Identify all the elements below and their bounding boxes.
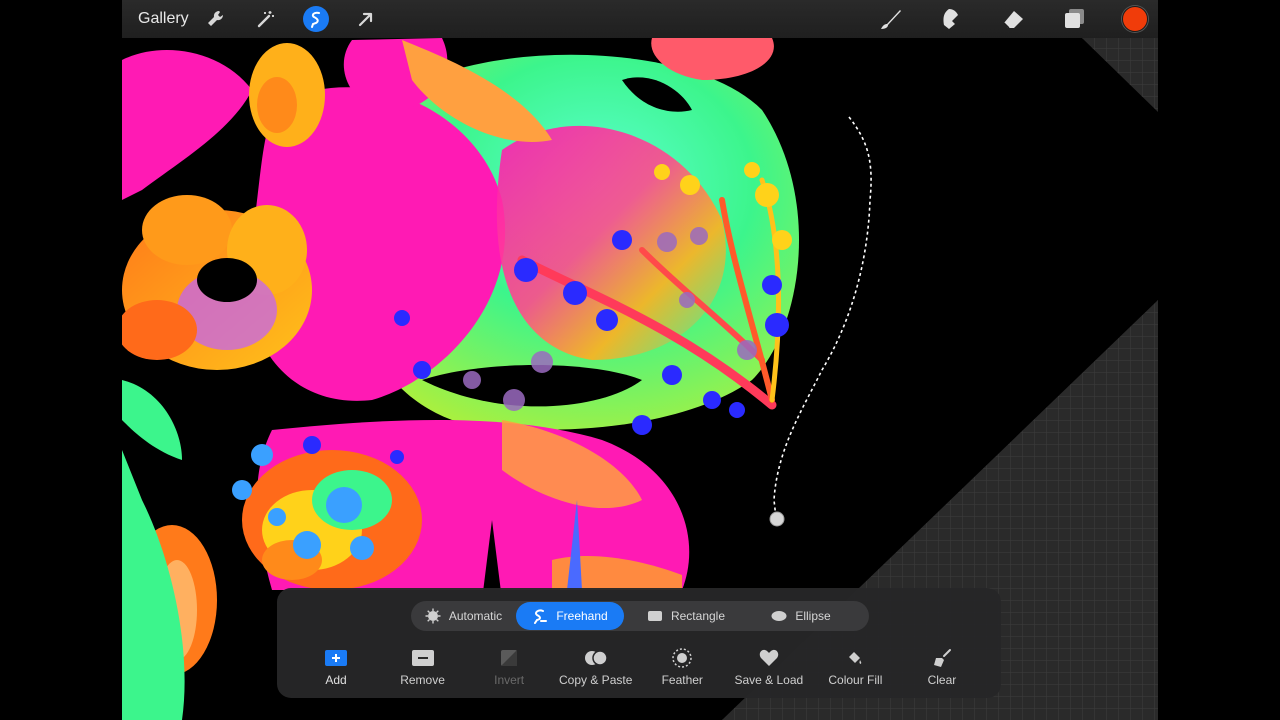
- save-load-icon: [759, 648, 779, 668]
- selection-mode-segmented-control: Automatic Freehand Rectangle Ellipse: [411, 601, 869, 631]
- mode-freehand[interactable]: Freehand: [516, 602, 624, 630]
- add-button[interactable]: Add: [293, 648, 379, 687]
- mode-automatic[interactable]: Automatic: [411, 602, 516, 630]
- eraser-icon[interactable]: [1000, 6, 1026, 32]
- colour-fill-button[interactable]: Colour Fill: [812, 648, 898, 687]
- smudge-icon[interactable]: [939, 6, 965, 32]
- copy-paste-icon: [584, 648, 608, 668]
- ellipse-icon: [771, 610, 787, 622]
- invert-button[interactable]: Invert: [466, 648, 552, 687]
- remove-icon: [411, 648, 434, 668]
- mode-rectangle[interactable]: Rectangle: [624, 602, 748, 630]
- mode-label: Rectangle: [670, 609, 726, 623]
- wrench-icon[interactable]: [203, 6, 229, 32]
- active-color-swatch[interactable]: [1122, 6, 1148, 32]
- add-icon: [325, 648, 347, 668]
- automatic-icon: [425, 608, 441, 624]
- top-toolbar: Gallery: [122, 0, 1158, 38]
- brush-icon[interactable]: [878, 6, 904, 32]
- transform-arrow-icon[interactable]: [353, 6, 379, 32]
- selection-actions: Add Remove Invert Copy & Paste Feather S…: [293, 648, 985, 687]
- magic-wand-icon[interactable]: [253, 6, 279, 32]
- feather-button[interactable]: Feather: [639, 648, 725, 687]
- selection-panel: Automatic Freehand Rectangle Ellipse Add…: [277, 588, 1001, 698]
- clear-icon: [932, 648, 952, 668]
- layers-icon[interactable]: [1061, 6, 1087, 32]
- remove-button[interactable]: Remove: [380, 648, 466, 687]
- mode-ellipse[interactable]: Ellipse: [748, 602, 854, 630]
- clear-button[interactable]: Clear: [899, 648, 985, 687]
- copy-paste-button[interactable]: Copy & Paste: [553, 648, 639, 687]
- mode-label: Automatic: [448, 609, 503, 623]
- mode-label: Ellipse: [795, 609, 831, 623]
- invert-icon: [501, 648, 518, 668]
- rectangle-icon: [647, 610, 663, 622]
- right-tools: [878, 0, 1158, 38]
- colour-fill-icon: [847, 648, 863, 668]
- save-load-button[interactable]: Save & Load: [726, 648, 812, 687]
- mode-label: Freehand: [556, 609, 608, 623]
- feather-icon: [672, 648, 692, 668]
- selection-path-start-node: [769, 511, 785, 527]
- selection-icon[interactable]: [302, 6, 329, 32]
- orange-flower: [122, 195, 312, 370]
- gallery-button[interactable]: Gallery: [138, 10, 189, 28]
- freehand-icon: [532, 608, 548, 624]
